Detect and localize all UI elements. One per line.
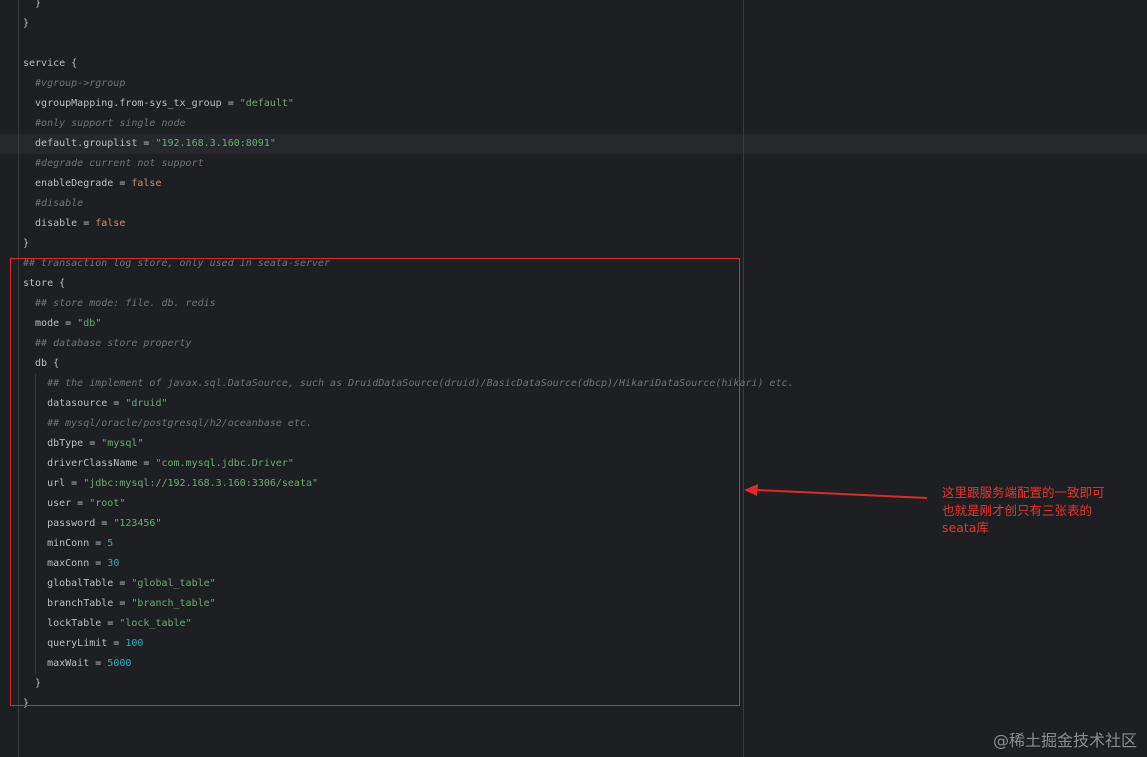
annotation-arrow xyxy=(744,484,928,499)
annotation-text: 这里跟服务端配置的一致即可 也就是刚才创只有三张表的 seata库 xyxy=(942,485,1105,535)
watermark: @稀土掘金技术社区 xyxy=(992,731,1137,750)
